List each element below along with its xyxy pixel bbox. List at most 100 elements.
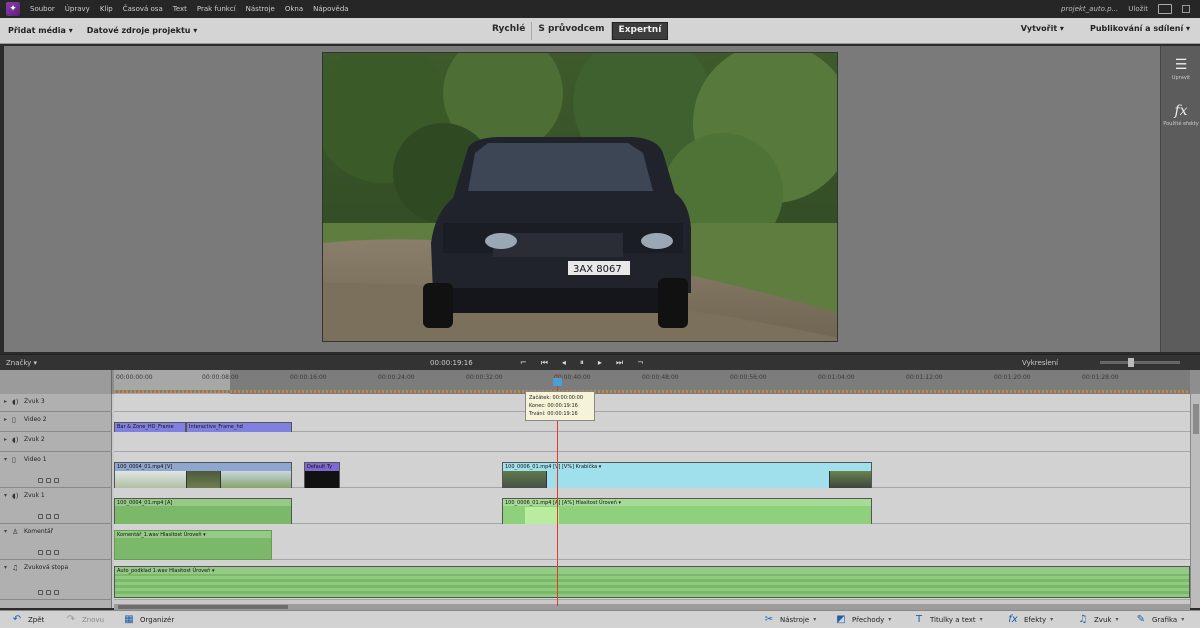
timeline-zoom-slider[interactable] <box>1100 358 1180 367</box>
expand-icon[interactable]: ▸ <box>4 398 12 405</box>
film-icon[interactable]: ▯ <box>12 456 24 464</box>
step-back-icon[interactable]: ◂ <box>562 358 566 368</box>
control-icon[interactable] <box>38 550 43 555</box>
monitor-icon[interactable] <box>1158 4 1172 14</box>
graphics-icon: ✎ <box>1136 614 1146 625</box>
transitions-button[interactable]: ◩ Přechody ▾ <box>834 614 891 625</box>
control-icon[interactable] <box>46 550 51 555</box>
applied-effects-button[interactable]: fx Použité efekty <box>1161 92 1200 138</box>
music-note-icon[interactable]: ♫ <box>12 564 24 572</box>
add-media-dropdown[interactable]: Přidat média <box>8 26 73 35</box>
organizer-button[interactable]: ▦ Organizér <box>122 614 174 625</box>
project-assets-dropdown[interactable]: Datové zdroje projektu <box>87 26 198 35</box>
track-header-video1[interactable]: ▾ ▯ Video 1 <box>0 452 112 488</box>
track-controls <box>38 514 59 519</box>
speaker-icon[interactable]: ◖) <box>12 398 24 406</box>
render-status-bar <box>114 390 1190 393</box>
control-icon[interactable] <box>38 478 43 483</box>
menu-casova-osa[interactable]: Časová osa <box>123 5 163 13</box>
scroll-thumb[interactable] <box>1193 404 1199 434</box>
film-icon[interactable]: ▯ <box>12 416 24 424</box>
track-header-zvuk2[interactable]: ▸ ◖) Zvuk 2 <box>0 432 112 452</box>
caret-icon: ▾ <box>1050 616 1054 623</box>
titles-button[interactable]: T Titulky a text ▾ <box>912 614 983 625</box>
lane-video2[interactable]: Bar & Zone_HD_Frame Interactive_Frame_hd <box>114 412 1190 440</box>
lane-hudba[interactable]: Auto_podklad 1.wav Hlasitost Úroveň ▾ <box>114 560 1190 600</box>
scroll-thumb[interactable] <box>118 605 288 609</box>
speaker-icon[interactable]: ◖) <box>12 492 24 500</box>
publish-dropdown[interactable]: Publikování a sdílení <box>1090 24 1190 33</box>
lane-zvuk2[interactable] <box>114 432 1190 452</box>
vertical-scrollbar[interactable] <box>1190 394 1200 608</box>
lane-video1[interactable]: 100_0004_01.mp4 [V] Default Ty 100_0006_… <box>114 452 1190 496</box>
expand-icon[interactable]: ▾ <box>4 564 12 571</box>
control-icon[interactable] <box>54 590 59 595</box>
menu-nastroje[interactable]: Nástroje <box>246 5 275 13</box>
expand-icon[interactable]: ▾ <box>4 456 12 463</box>
control-icon[interactable] <box>46 590 51 595</box>
control-icon[interactable] <box>38 590 43 595</box>
step-forward-icon[interactable]: ▸ <box>598 358 602 368</box>
tools-label: Nástroje <box>780 615 810 624</box>
track-header-komentar[interactable]: ▾ ♙ Komentář <box>0 524 112 560</box>
tools-button[interactable]: ✂ Nástroje ▾ <box>762 614 816 625</box>
clip-label: Interactive_Frame_hd <box>189 424 243 430</box>
mode-expert[interactable]: Expertní <box>611 22 669 40</box>
lane-zvuk1[interactable]: 100_0004_01.mp4 [A] 100_0006_01.mp4 [A] … <box>114 488 1190 532</box>
mark-in-icon[interactable]: ⌐ <box>520 358 527 368</box>
go-to-end-icon[interactable]: ⏭ <box>616 358 623 368</box>
mode-guided[interactable]: S průvodcem <box>532 22 612 40</box>
menu-napoveda[interactable]: Nápověda <box>313 5 348 13</box>
microphone-icon[interactable]: ♙ <box>12 528 24 536</box>
clip-hudba[interactable]: Auto_podklad 1.wav Hlasitost Úroveň ▾ <box>114 566 1190 598</box>
lane-zvuk3[interactable] <box>114 394 1190 412</box>
menu-okna[interactable]: Okna <box>285 5 303 13</box>
play-pause-icon[interactable]: ⏸ <box>580 358 584 368</box>
video-preview[interactable]: 3AX 8067 <box>322 52 838 342</box>
expand-icon[interactable]: ▸ <box>4 416 12 423</box>
redo-button[interactable]: ↷ Znovu <box>64 614 104 625</box>
control-icon[interactable] <box>54 514 59 519</box>
control-icon[interactable] <box>38 514 43 519</box>
track-header-hudba[interactable]: ▾ ♫ Zvuková stopa <box>0 560 112 600</box>
ruler-tick: 00:00:48:00 <box>642 374 679 381</box>
markers-dropdown[interactable]: Značky <box>6 359 37 367</box>
control-icon[interactable] <box>46 478 51 483</box>
undo-icon: ↶ <box>12 614 22 625</box>
speaker-icon[interactable]: ◖) <box>12 436 24 444</box>
effects-button[interactable]: fx Efekty ▾ <box>1006 614 1053 625</box>
zoom-slider-thumb[interactable] <box>1128 358 1134 367</box>
track-header-video2[interactable]: ▸ ▯ Video 2 <box>0 412 112 432</box>
audio-button[interactable]: ♫ Zvuk ▾ <box>1076 614 1119 625</box>
clip-label: Default Ty <box>307 464 333 470</box>
playhead-handle[interactable] <box>553 378 562 386</box>
graphics-button[interactable]: ✎ Grafika ▾ <box>1134 614 1184 625</box>
adjust-button[interactable]: ☰ Upravit <box>1161 46 1200 92</box>
lane-komentar[interactable]: Komentář_1.wav Hlasitost Úroveň ▾ <box>114 524 1190 560</box>
save-button[interactable]: Uložit <box>1128 5 1148 13</box>
clip-komentar[interactable]: Komentář_1.wav Hlasitost Úroveň ▾ <box>114 530 272 560</box>
window-control-icon[interactable] <box>1182 5 1190 13</box>
expand-icon[interactable]: ▾ <box>4 528 12 535</box>
track-header-zvuk1[interactable]: ▾ ◖) Zvuk 1 <box>0 488 112 524</box>
menu-text[interactable]: Text <box>173 5 187 13</box>
playback-controls: ⌐ ⏮ ◂ ⏸ ▸ ⏭ ¬ <box>520 358 644 368</box>
expand-icon[interactable]: ▾ <box>4 492 12 499</box>
menu-klip[interactable]: Klip <box>100 5 113 13</box>
create-dropdown[interactable]: Vytvořit <box>1021 24 1064 33</box>
track-header-zvuk3[interactable]: ▸ ◖) Zvuk 3 <box>0 394 112 412</box>
expand-icon[interactable]: ▸ <box>4 436 12 443</box>
menu-prak-funkci[interactable]: Prak funkcí <box>197 5 236 13</box>
render-button[interactable]: Vykreslení <box>1022 359 1058 367</box>
mark-out-icon[interactable]: ¬ <box>637 358 644 368</box>
control-icon[interactable] <box>46 514 51 519</box>
control-icon[interactable] <box>54 478 59 483</box>
go-to-start-icon[interactable]: ⏮ <box>541 358 548 368</box>
mode-quick[interactable]: Rychlé <box>486 22 533 40</box>
undo-button[interactable]: ↶ Zpět <box>10 614 45 625</box>
menu-upravy[interactable]: Úpravy <box>65 5 90 13</box>
menu-soubor[interactable]: Soubor <box>30 5 55 13</box>
control-icon[interactable] <box>54 550 59 555</box>
timeline-ruler[interactable]: 00:00:00:00 00:00:08:00 00:00:16:00 00:0… <box>0 370 1200 394</box>
timecode-tooltip: Začátek: 00:00:00:00 Konec: 00:00:19:16 … <box>525 391 595 421</box>
